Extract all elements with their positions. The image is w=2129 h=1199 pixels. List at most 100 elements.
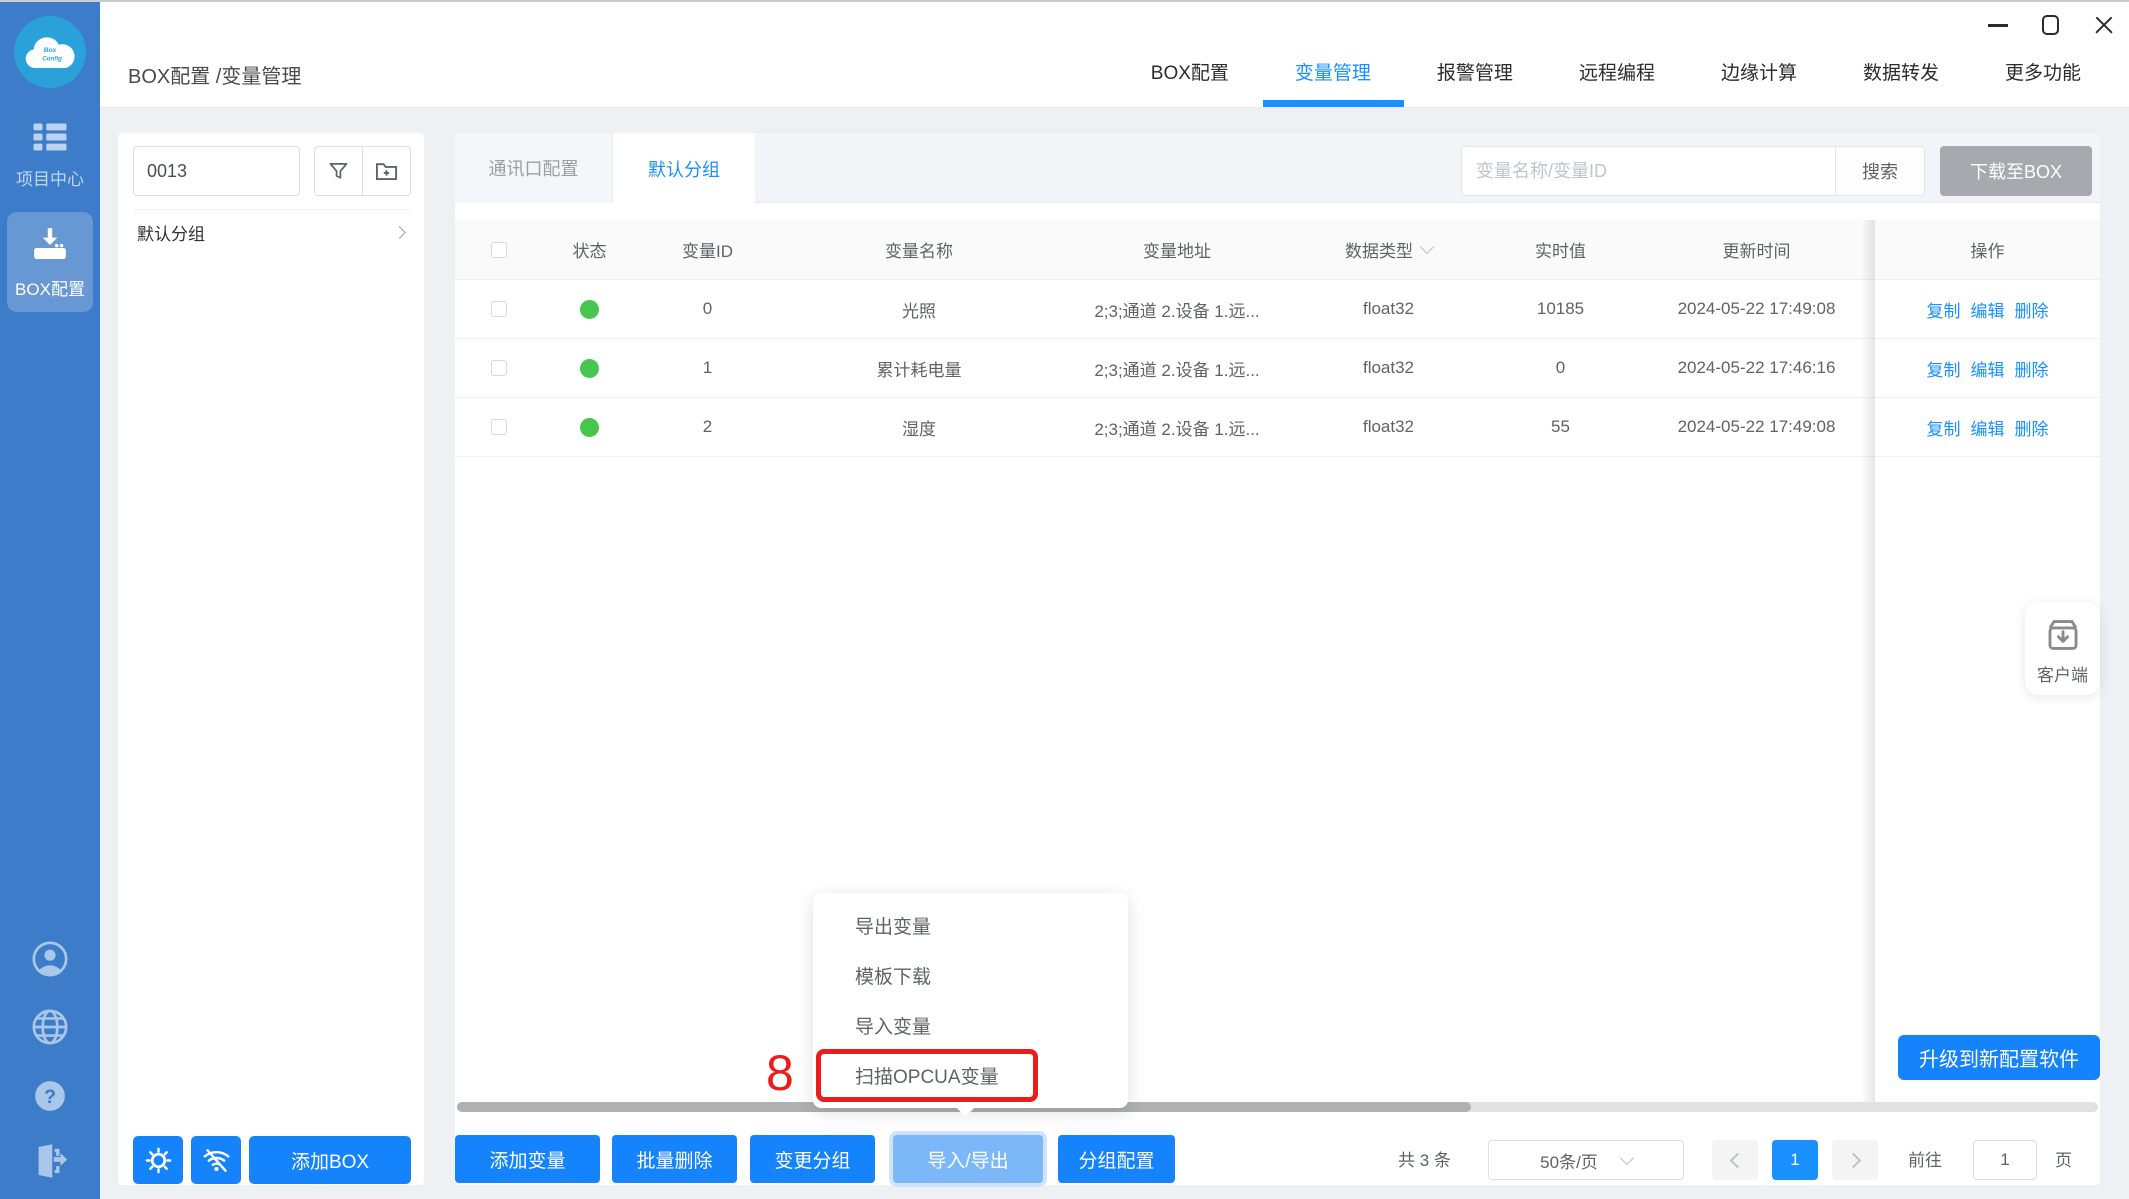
select-all-checkbox[interactable]: [491, 242, 507, 258]
sidebar-language-button[interactable]: [0, 1008, 100, 1046]
goto-page-input[interactable]: [1973, 1140, 2037, 1180]
top-nav: BOX配置 变量管理 报警管理 远程编程 边缘计算 数据转发 更多功能: [1151, 58, 2081, 85]
copy-link[interactable]: 复制: [1927, 297, 1961, 322]
cell-variable-name: 光照: [778, 280, 1060, 338]
gear-icon: [145, 1147, 172, 1174]
minimize-icon[interactable]: [1988, 24, 2008, 27]
col-data-type[interactable]: 数据类型: [1294, 220, 1483, 279]
sidebar-logout-button[interactable]: [0, 1142, 100, 1180]
window-controls: [1988, 10, 2115, 40]
col-realtime-value: 实时值: [1483, 220, 1638, 279]
edit-link[interactable]: 编辑: [1971, 356, 2005, 381]
add-box-button[interactable]: 添加BOX: [249, 1136, 411, 1184]
filter-button[interactable]: [315, 147, 363, 195]
globe-icon: [31, 1008, 69, 1046]
nav-variable-management[interactable]: 变量管理: [1295, 58, 1371, 85]
cloud-logo-icon: Box Config: [20, 30, 80, 74]
delete-link[interactable]: 删除: [2015, 415, 2049, 440]
menu-item-template-download[interactable]: 模板下载: [813, 953, 1128, 1003]
menu-item-export-variables[interactable]: 导出变量: [813, 903, 1128, 953]
col-variable-id: 变量ID: [637, 220, 778, 279]
table-row: 2 湿度 2;3;通道 2.设备 1.远... float32 55 2024-…: [455, 398, 2100, 457]
download-to-box-button[interactable]: 下载至BOX: [1940, 146, 2092, 196]
cell-variable-address: 2;3;通道 2.设备 1.远...: [1060, 398, 1294, 456]
network-status-button[interactable]: [191, 1136, 241, 1184]
status-dot-online: [580, 418, 599, 437]
sidebar-account-button[interactable]: [0, 940, 100, 978]
total-count-label: 共 3 条: [1398, 1146, 1451, 1171]
main-content-card: 通讯口配置 默认分组 搜索 下载至BOX 状态 变量ID 变量名称 变量地址 数…: [455, 133, 2100, 1185]
client-label: 客户端: [2037, 661, 2088, 686]
delete-link[interactable]: 删除: [2015, 356, 2049, 381]
nav-edge-computing[interactable]: 边缘计算: [1721, 58, 1797, 85]
nav-alarm-management[interactable]: 报警管理: [1437, 58, 1513, 85]
import-export-button[interactable]: 导入/导出: [893, 1135, 1043, 1183]
copy-link[interactable]: 复制: [1927, 415, 1961, 440]
client-download-widget[interactable]: 客户端: [2025, 602, 2100, 695]
edit-link[interactable]: 编辑: [1971, 297, 2005, 322]
question-icon: ?: [33, 1079, 67, 1113]
active-nav-underline: [1263, 100, 1404, 107]
app-window: Box Config 项目中心 BOX配置: [0, 0, 2129, 1199]
svg-text:Box: Box: [44, 47, 57, 54]
cell-data-type: float32: [1294, 339, 1483, 397]
page-size-select[interactable]: 50条/页: [1488, 1140, 1684, 1180]
chevron-left-icon: [1729, 1152, 1745, 1168]
cell-data-type: float32: [1294, 280, 1483, 338]
box-download-icon: [2040, 612, 2086, 658]
tab-comm-port-config[interactable]: 通讯口配置: [455, 133, 613, 203]
copy-link[interactable]: 复制: [1927, 356, 1961, 381]
group-list-item-default[interactable]: 默认分组: [133, 209, 410, 255]
delete-link[interactable]: 删除: [2015, 297, 2049, 322]
cell-update-time: 2024-05-22 17:46:16: [1638, 339, 1875, 397]
add-variable-button[interactable]: 添加变量: [455, 1135, 600, 1183]
prev-page-button[interactable]: [1712, 1140, 1758, 1180]
nav-more-functions[interactable]: 更多功能: [2005, 58, 2081, 85]
menu-item-import-variables[interactable]: 导入变量: [813, 1003, 1128, 1053]
wifi-off-icon: [202, 1146, 231, 1175]
nav-box-config[interactable]: BOX配置: [1151, 58, 1229, 85]
download-to-box-icon: [31, 226, 69, 262]
sidebar-item-box-config[interactable]: BOX配置: [7, 212, 93, 312]
cell-realtime-value: 10185: [1483, 280, 1638, 338]
batch-delete-button[interactable]: 批量删除: [612, 1135, 737, 1183]
page-unit-label: 页: [2055, 1146, 2072, 1171]
status-dot-online: [580, 300, 599, 319]
change-group-button[interactable]: 变更分组: [750, 1135, 875, 1183]
folder-plus-icon: [374, 159, 399, 184]
import-export-menu: 导出变量 模板下载 导入变量 扫描OPCUA变量: [813, 893, 1128, 1108]
close-icon[interactable]: [2093, 14, 2115, 36]
sidebar-item-label: BOX配置: [7, 275, 93, 300]
row-checkbox[interactable]: [491, 419, 507, 435]
tab-default-group[interactable]: 默认分组: [613, 133, 755, 204]
chevron-down-icon: [1420, 240, 1434, 254]
col-update-time: 更新时间: [1638, 220, 1875, 279]
header: BOX配置 /变量管理 BOX配置 变量管理 报警管理 远程编程 边缘计算 数据…: [100, 2, 2129, 108]
settings-button[interactable]: [133, 1136, 183, 1184]
device-search-input[interactable]: [133, 146, 300, 196]
table-body: 0 光照 2;3;通道 2.设备 1.远... float32 10185 20…: [455, 280, 2100, 457]
horizontal-scrollbar: [457, 1102, 2098, 1112]
svg-text:?: ?: [44, 1086, 56, 1108]
col-status: 状态: [542, 220, 637, 279]
row-checkbox[interactable]: [491, 301, 507, 317]
group-config-button[interactable]: 分组配置: [1058, 1135, 1175, 1183]
upgrade-software-button[interactable]: 升级到新配置软件: [1898, 1035, 2100, 1080]
current-page-button[interactable]: 1: [1772, 1140, 1818, 1180]
tab-bar: 通讯口配置 默认分组 搜索 下载至BOX: [455, 133, 2100, 203]
menu-item-scan-opcua-variables[interactable]: 扫描OPCUA变量: [813, 1053, 1128, 1103]
sidebar-help-button[interactable]: ?: [0, 1079, 100, 1113]
maximize-icon[interactable]: [2042, 15, 2059, 35]
breadcrumb: BOX配置 /变量管理: [128, 60, 301, 89]
next-page-button[interactable]: [1832, 1140, 1878, 1180]
variable-search-input[interactable]: [1461, 146, 1835, 196]
cell-variable-address: 2;3;通道 2.设备 1.远...: [1060, 339, 1294, 397]
edit-link[interactable]: 编辑: [1971, 415, 2005, 440]
sidebar-item-project-center[interactable]: 项目中心: [0, 122, 100, 190]
search-button[interactable]: 搜索: [1835, 146, 1925, 196]
nav-remote-programming[interactable]: 远程编程: [1579, 58, 1655, 85]
cell-data-type: float32: [1294, 398, 1483, 456]
add-group-button[interactable]: [363, 147, 410, 195]
row-checkbox[interactable]: [491, 360, 507, 376]
nav-data-forwarding[interactable]: 数据转发: [1863, 58, 1939, 85]
